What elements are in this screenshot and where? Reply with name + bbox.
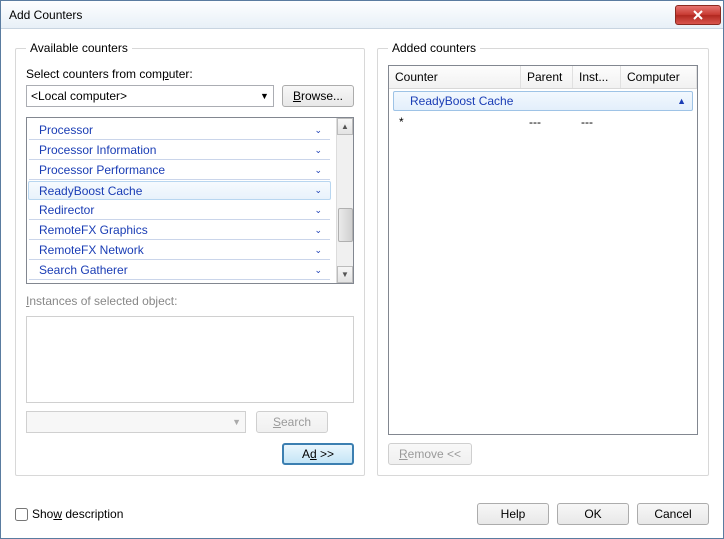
help-button[interactable]: Help [477, 503, 549, 525]
counter-item-label: Processor Performance [39, 163, 165, 177]
added-counters-legend: Added counters [388, 41, 480, 55]
remove-button: Remove << [388, 443, 472, 465]
added-counters-group: Added counters Counter Parent Inst... Co… [377, 41, 709, 476]
table-row[interactable]: *------ [389, 113, 697, 131]
browse-button[interactable]: Browse... [282, 85, 354, 107]
counter-item[interactable]: Search Gatherer ⌄ [29, 261, 330, 280]
counter-item[interactable]: RemoteFX Network ⌄ [29, 241, 330, 260]
ok-button[interactable]: OK [557, 503, 629, 525]
chevron-down-icon: ⌄ [314, 145, 322, 156]
column-header-computer[interactable]: Computer [621, 66, 697, 88]
counter-item-label: Processor Information [39, 143, 156, 157]
counter-item-label: Search Gatherer [39, 263, 128, 277]
column-header-instance[interactable]: Inst... [573, 66, 621, 88]
window-title: Add Counters [9, 8, 675, 22]
add-button[interactable]: Ad >> [282, 443, 354, 465]
chevron-down-icon: ⌄ [314, 245, 322, 256]
counter-group-row[interactable]: ReadyBoost Cache ▲ [393, 91, 693, 111]
cell-computer [629, 115, 691, 129]
chevron-down-icon: ⌄ [314, 265, 322, 276]
counter-item-label: Processor [39, 123, 93, 137]
computer-select[interactable]: <Local computer> ▼ [26, 85, 274, 107]
cell-parent: --- [529, 115, 581, 129]
column-header-counter[interactable]: Counter [389, 66, 521, 88]
chevron-down-icon: ▼ [232, 417, 241, 427]
counter-group-label: ReadyBoost Cache [410, 94, 513, 108]
counter-item[interactable]: Processor Performance ⌄ [29, 161, 330, 180]
show-description-label: Show description [32, 507, 123, 521]
chevron-down-icon: ⌄ [314, 125, 322, 136]
instance-search-input: ▼ [26, 411, 246, 433]
add-counters-dialog: Add Counters Available counters Select c… [0, 0, 724, 539]
show-description-input[interactable] [15, 508, 28, 521]
added-counters-table[interactable]: Counter Parent Inst... Computer ReadyBoo… [388, 65, 698, 435]
cell-inst: --- [581, 115, 629, 129]
close-button[interactable] [675, 5, 721, 25]
counter-item-label: Redirector [39, 203, 94, 217]
dialog-footer: Show description Help OK Cancel [1, 490, 723, 538]
counter-item[interactable]: RemoteFX Graphics ⌄ [29, 221, 330, 240]
chevron-down-icon: ⌄ [314, 185, 322, 196]
cell-counter: * [399, 115, 529, 129]
column-header-parent[interactable]: Parent [521, 66, 573, 88]
chevron-down-icon: ⌄ [314, 225, 322, 236]
counter-item[interactable]: Processor Information ⌄ [29, 141, 330, 160]
select-computer-label: Select counters from computer: [26, 67, 354, 81]
cancel-button[interactable]: Cancel [637, 503, 709, 525]
table-header[interactable]: Counter Parent Inst... Computer [389, 66, 697, 89]
titlebar[interactable]: Add Counters [1, 1, 723, 29]
counters-listbox[interactable]: Processor⌄Processor Information⌄Processo… [26, 117, 354, 284]
instances-listbox[interactable] [26, 316, 354, 403]
available-counters-group: Available counters Select counters from … [15, 41, 365, 476]
counter-item-label: ReadyBoost Cache [39, 184, 142, 198]
scroll-down-button[interactable]: ▼ [337, 266, 353, 283]
chevron-down-icon: ⌄ [314, 205, 322, 216]
available-counters-legend: Available counters [26, 41, 132, 55]
close-icon [692, 10, 704, 20]
chevron-down-icon: ⌄ [314, 165, 322, 176]
show-description-checkbox[interactable]: Show description [15, 507, 123, 521]
search-button: Search [256, 411, 328, 433]
scrollbar[interactable]: ▲ ▼ [336, 118, 353, 283]
counter-item[interactable]: Redirector ⌄ [29, 201, 330, 220]
instances-label: Instances of selected object: [26, 294, 354, 308]
computer-value: <Local computer> [31, 89, 127, 103]
scroll-up-button[interactable]: ▲ [337, 118, 353, 135]
counter-item[interactable]: ReadyBoost Cache ⌄ [28, 181, 331, 200]
chevron-up-icon: ▲ [677, 96, 686, 106]
counter-item[interactable]: Processor ⌄ [29, 121, 330, 140]
counter-item-label: RemoteFX Network [39, 243, 144, 257]
scroll-thumb[interactable] [338, 208, 353, 242]
chevron-down-icon: ▼ [260, 91, 269, 101]
counter-item-label: RemoteFX Graphics [39, 223, 148, 237]
